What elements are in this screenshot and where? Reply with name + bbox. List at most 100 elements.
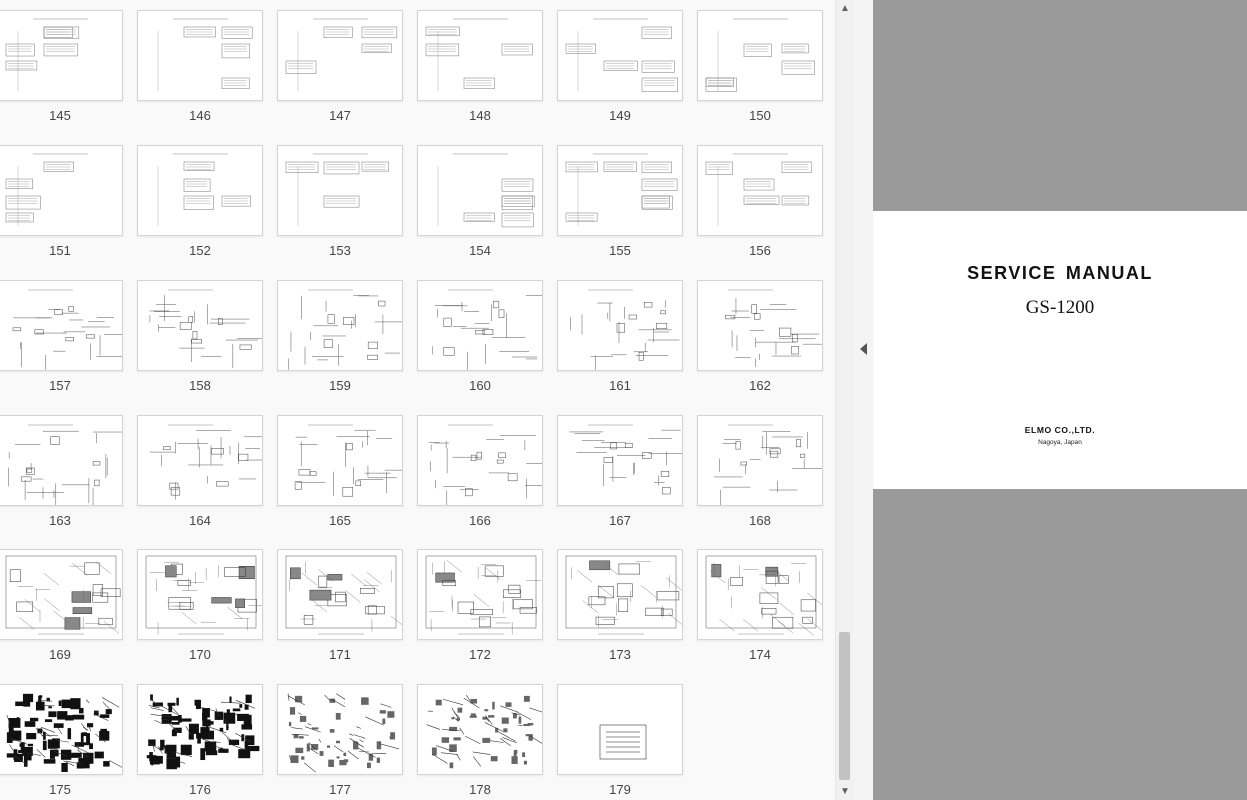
page-thumbnail[interactable]: 158 — [137, 280, 263, 393]
page-thumbnail[interactable]: 151 — [0, 145, 123, 258]
page-thumbnail-image — [277, 549, 403, 640]
page-preview-drawing — [287, 693, 400, 773]
page-preview-drawing — [288, 289, 402, 370]
page-number-label: 179 — [609, 782, 631, 797]
page-thumbnail[interactable]: 162 — [697, 280, 823, 393]
page-preview-drawing — [425, 555, 541, 635]
page-preview-drawing — [565, 153, 678, 226]
page-thumbnail[interactable]: 153 — [277, 145, 403, 258]
page-preview-drawing — [157, 18, 253, 91]
chevron-up-icon[interactable]: ▲ — [836, 0, 854, 17]
page-thumbnail[interactable]: 175 — [0, 684, 123, 797]
page-preview-drawing — [426, 694, 542, 769]
page-thumbnail-image — [137, 10, 263, 101]
page-thumbnail-image — [697, 145, 823, 236]
page-preview-drawing — [5, 555, 121, 635]
page-preview-drawing — [149, 289, 262, 369]
page-thumbnail-image — [137, 549, 263, 640]
page-preview-drawing — [725, 289, 822, 368]
page-number-label: 159 — [329, 378, 351, 393]
triangle-left-icon[interactable] — [860, 343, 867, 355]
page-thumbnail-image — [417, 684, 543, 775]
page-thumbnail[interactable]: 167 — [557, 415, 683, 528]
page-thumbnail[interactable]: 172 — [417, 549, 543, 662]
page-preview-drawing — [565, 18, 678, 92]
vertical-scrollbar[interactable]: ▲ ▼ — [835, 0, 853, 800]
page-thumbnail[interactable]: 157 — [0, 280, 123, 393]
page-preview-pane: SERVICE MANUAL GS-1200 ELMO CO.,LTD. Nag… — [873, 0, 1247, 800]
page-number-label: 151 — [49, 243, 71, 258]
page-thumbnail-image — [137, 415, 263, 506]
page-thumbnail[interactable]: 155 — [557, 145, 683, 258]
page-thumbnail[interactable]: 159 — [277, 280, 403, 393]
page-number-label: 157 — [49, 378, 71, 393]
page-thumbnail[interactable]: 178 — [417, 684, 543, 797]
page-thumbnail[interactable]: 174 — [697, 549, 823, 662]
page-thumbnail[interactable]: 177 — [277, 684, 403, 797]
page-thumbnail[interactable]: 170 — [137, 549, 263, 662]
page-number-label: 156 — [749, 243, 771, 258]
page-thumbnail[interactable]: 176 — [137, 684, 263, 797]
page-thumbnail-image — [137, 684, 263, 775]
chevron-down-icon[interactable]: ▼ — [836, 783, 854, 800]
page-thumbnail[interactable]: 164 — [137, 415, 263, 528]
page-thumbnail[interactable]: 149 — [557, 10, 683, 123]
page-thumbnail[interactable]: 161 — [557, 280, 683, 393]
page-thumbnail-image — [417, 280, 543, 371]
page-thumbnail[interactable]: 171 — [277, 549, 403, 662]
page-thumbnail[interactable]: 179 — [557, 684, 683, 797]
page-thumbnail-image — [697, 549, 823, 640]
page-preview-drawing — [8, 424, 122, 505]
page-thumbnail-image — [277, 280, 403, 371]
page-thumbnail[interactable]: 163 — [0, 415, 123, 528]
page-number-label: 170 — [189, 647, 211, 662]
page-thumbnail-image — [417, 549, 543, 640]
page-preview-drawing — [12, 289, 122, 370]
page-thumbnail-image — [277, 684, 403, 775]
page-thumbnail-image — [0, 549, 123, 640]
page-number-label: 146 — [189, 108, 211, 123]
page-thumbnail[interactable]: 165 — [277, 415, 403, 528]
page-preview-drawing — [294, 424, 402, 497]
page-number-label: 172 — [469, 647, 491, 662]
page-number-label: 177 — [329, 782, 351, 797]
page-thumbnail-image — [697, 415, 823, 506]
page-number-label: 171 — [329, 647, 351, 662]
page-thumbnail[interactable]: 147 — [277, 10, 403, 123]
scroll-thumb[interactable] — [839, 632, 850, 780]
page-preview-drawing — [705, 18, 815, 92]
page-thumbnail[interactable]: 148 — [417, 10, 543, 123]
page-thumbnail[interactable]: 173 — [557, 549, 683, 662]
page-thumbnail[interactable]: 146 — [137, 10, 263, 123]
page-preview-drawing — [432, 289, 542, 370]
page-thumbnail-image — [557, 280, 683, 371]
pane-splitter[interactable] — [853, 0, 873, 800]
page-thumbnail-image — [0, 684, 123, 775]
page-thumbnail[interactable]: 150 — [697, 10, 823, 123]
page-number-label: 147 — [329, 108, 351, 123]
page-thumbnail-image — [137, 280, 263, 371]
page-number-label: 173 — [609, 647, 631, 662]
page-thumbnail[interactable]: 152 — [137, 145, 263, 258]
page-thumbnail-image — [417, 10, 543, 101]
page-preview-drawing — [428, 424, 542, 505]
preview-page[interactable]: SERVICE MANUAL GS-1200 ELMO CO.,LTD. Nag… — [873, 211, 1247, 489]
page-thumbnail[interactable]: 145 — [0, 10, 123, 123]
page-thumbnail-image — [557, 10, 683, 101]
page-thumbnail[interactable]: 169 — [0, 549, 123, 662]
page-preview-drawing — [437, 153, 535, 228]
page-thumbnail[interactable]: 156 — [697, 145, 823, 258]
page-thumbnail-image — [277, 145, 403, 236]
page-number-label: 154 — [469, 243, 491, 258]
page-preview-drawing — [157, 153, 251, 226]
page-thumbnail-image — [277, 10, 403, 101]
page-thumbnail-image — [277, 415, 403, 506]
page-preview-drawing — [5, 153, 88, 226]
page-preview-drawing — [285, 153, 389, 226]
page-thumbnail[interactable]: 166 — [417, 415, 543, 528]
page-thumbnail-image — [697, 280, 823, 371]
page-thumbnail[interactable]: 160 — [417, 280, 543, 393]
page-thumbnail-image — [417, 145, 543, 236]
page-thumbnail[interactable]: 168 — [697, 415, 823, 528]
page-thumbnail[interactable]: 154 — [417, 145, 543, 258]
